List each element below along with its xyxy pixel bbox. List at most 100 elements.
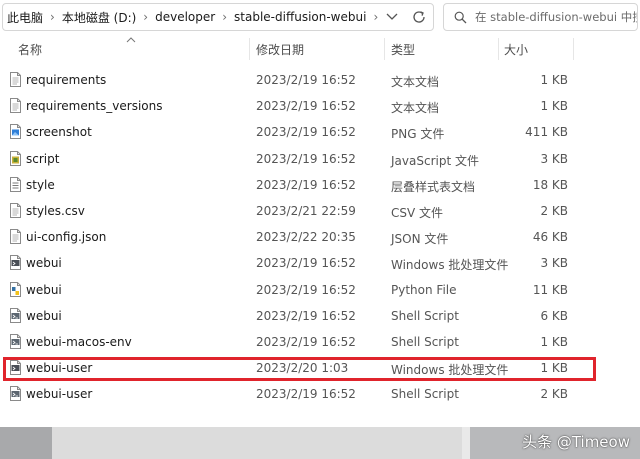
png-file-icon — [10, 124, 21, 140]
column-divider[interactable] — [498, 38, 499, 60]
breadcrumb-separator: › — [373, 10, 379, 24]
column-divider[interactable] — [249, 38, 250, 60]
column-name-header[interactable]: 名称 — [18, 41, 42, 58]
file-type: 文本文档 — [391, 101, 440, 116]
css-file-icon — [10, 176, 21, 192]
address-bar: 此电脑 › 本地磁盘 (D:) › developer › stable-dif… — [0, 0, 640, 34]
watermark-text: 头条 @Timeow — [522, 433, 630, 451]
javascript-file-icon — [10, 150, 21, 166]
column-date-header[interactable]: 修改日期 — [256, 41, 304, 58]
file-row[interactable]: webui-user 2023/2/19 16:52 Shell Script 2 K… — [0, 381, 640, 407]
window-fragment — [52, 427, 462, 459]
file-name: screenshot — [26, 125, 92, 140]
chevron-down-icon[interactable] — [385, 9, 399, 23]
file-date: 2023/2/19 16:52 — [256, 177, 356, 192]
json-file-icon — [10, 229, 21, 245]
file-row[interactable]: screenshot 2023/2/19 16:52 PNG 文件 411 KB — [0, 119, 640, 145]
file-date: 2023/2/19 16:52 — [256, 282, 356, 297]
column-divider[interactable] — [384, 38, 385, 60]
file-size: 1 KB — [540, 334, 568, 349]
text-file-icon — [10, 72, 21, 87]
file-date: 2023/2/19 16:52 — [256, 73, 356, 87]
file-row[interactable]: webui-user 2023/2/20 1:03 Windows 批处理文件 1 K… — [0, 355, 640, 381]
file-size: 11 KB — [532, 282, 568, 297]
file-name: requirements — [26, 73, 107, 87]
file-row[interactable]: webui-macos-env 2023/2/19 16:52 Shell Scri… — [0, 329, 640, 355]
breadcrumb-separator: › — [50, 10, 55, 24]
file-row[interactable]: styles.csv 2023/2/21 22:59 CSV 文件 2 KB — [0, 198, 640, 224]
file-size: 1 KB — [540, 73, 568, 87]
file-type: 文本文档 — [391, 75, 440, 89]
file-type: CSV 文件 — [391, 205, 444, 220]
shell-script-icon — [10, 386, 21, 402]
breadcrumb[interactable]: 此电脑 › 本地磁盘 (D:) › developer › stable-dif… — [2, 3, 434, 31]
refresh-icon[interactable] — [411, 9, 427, 25]
file-row[interactable]: webui 2023/2/19 16:52 Windows 批处理文件 3 KB — [0, 250, 640, 276]
file-size: 6 KB — [540, 308, 568, 323]
file-date: 2023/2/19 16:52 — [256, 308, 356, 323]
file-name: ui-config.json — [26, 230, 107, 245]
file-date: 2023/2/19 16:52 — [256, 125, 356, 140]
file-date: 2023/2/19 16:52 — [256, 151, 356, 166]
breadcrumb-item-drive-d[interactable]: 本地磁盘 (D:) — [62, 9, 136, 26]
file-name: styles.csv — [26, 203, 85, 218]
file-name: webui-user — [26, 361, 93, 376]
file-size: 1 KB — [540, 99, 568, 114]
file-size: 411 KB — [525, 125, 568, 140]
column-divider[interactable] — [573, 38, 574, 60]
file-type: JavaScript 文件 — [391, 153, 479, 168]
breadcrumb-item-this-pc[interactable]: 此电脑 — [7, 9, 43, 26]
column-type-header[interactable]: 类型 — [391, 41, 415, 58]
file-row[interactable]: ui-config.json 2023/2/22 20:35 JSON 文件 46 K… — [0, 224, 640, 250]
file-type: Windows 批处理文件 — [391, 258, 509, 273]
file-size: 2 KB — [540, 387, 568, 402]
file-name: webui — [26, 256, 62, 271]
file-name: requirements_versions — [26, 99, 163, 114]
file-size: 3 KB — [540, 151, 568, 166]
file-size: 3 KB — [540, 256, 568, 271]
file-row[interactable]: requirements 2023/2/19 16:52 文本文档 1 KB — [0, 67, 640, 93]
file-name: webui-macos-env — [26, 334, 132, 349]
file-type: Windows 批处理文件 — [391, 363, 509, 378]
column-header: 名称 修改日期 类型 大小 — [0, 37, 640, 60]
file-type: Shell Script — [391, 387, 459, 402]
file-type: JSON 文件 — [391, 232, 449, 247]
file-date: 2023/2/22 20:35 — [256, 230, 356, 245]
file-size: 46 KB — [532, 230, 568, 245]
python-file-icon — [10, 281, 21, 297]
batch-file-icon — [10, 255, 21, 271]
file-row[interactable]: webui 2023/2/19 16:52 Python File 11 KB — [0, 277, 640, 303]
text-file-icon — [10, 98, 21, 114]
file-date: 2023/2/19 16:52 — [256, 387, 356, 402]
file-date: 2023/2/19 16:52 — [256, 334, 356, 349]
file-type: Shell Script — [391, 334, 459, 349]
file-size: 1 KB — [540, 361, 568, 376]
file-type: Python File — [391, 282, 457, 297]
file-row[interactable]: script 2023/2/19 16:52 JavaScript 文件 3 KB — [0, 146, 640, 172]
breadcrumb-item-developer[interactable]: developer — [155, 10, 215, 24]
file-row[interactable]: style 2023/2/19 16:52 层叠样式表文档 18 KB — [0, 172, 640, 198]
file-type: PNG 文件 — [391, 127, 445, 142]
breadcrumb-separator: › — [143, 10, 149, 24]
file-size: 2 KB — [540, 203, 568, 218]
file-row[interactable]: requirements_versions 2023/2/19 16:52 文本文档… — [0, 93, 640, 119]
file-date: 2023/2/20 1:03 — [256, 361, 349, 376]
breadcrumb-separator: › — [222, 10, 228, 24]
file-type: Shell Script — [391, 308, 459, 323]
column-size-header[interactable]: 大小 — [504, 41, 528, 58]
file-row[interactable]: webui 2023/2/19 16:52 Shell Script 6 KB — [0, 303, 640, 329]
file-date: 2023/2/19 16:52 — [256, 256, 356, 271]
file-date: 2023/2/21 22:59 — [256, 203, 356, 218]
file-name: webui-user — [26, 387, 93, 402]
file-date: 2023/2/19 16:52 — [256, 99, 356, 114]
batch-file-icon — [10, 360, 21, 376]
taskbar-fragment — [0, 427, 52, 459]
file-name: script — [26, 151, 60, 166]
file-list: requirements 2023/2/19 16:52 文本文档 1 KB requi… — [0, 67, 640, 407]
file-type: 层叠样式表文档 — [391, 179, 476, 194]
file-name: style — [26, 177, 55, 192]
file-size: 18 KB — [532, 177, 568, 192]
breadcrumb-item-stable-diffusion-webui[interactable]: stable-diffusion-webui — [234, 10, 366, 24]
search-input[interactable]: 在 stable-diffusion-webui 中搜索 — [443, 3, 638, 31]
search-placeholder: 在 stable-diffusion-webui 中搜索 — [475, 10, 638, 24]
